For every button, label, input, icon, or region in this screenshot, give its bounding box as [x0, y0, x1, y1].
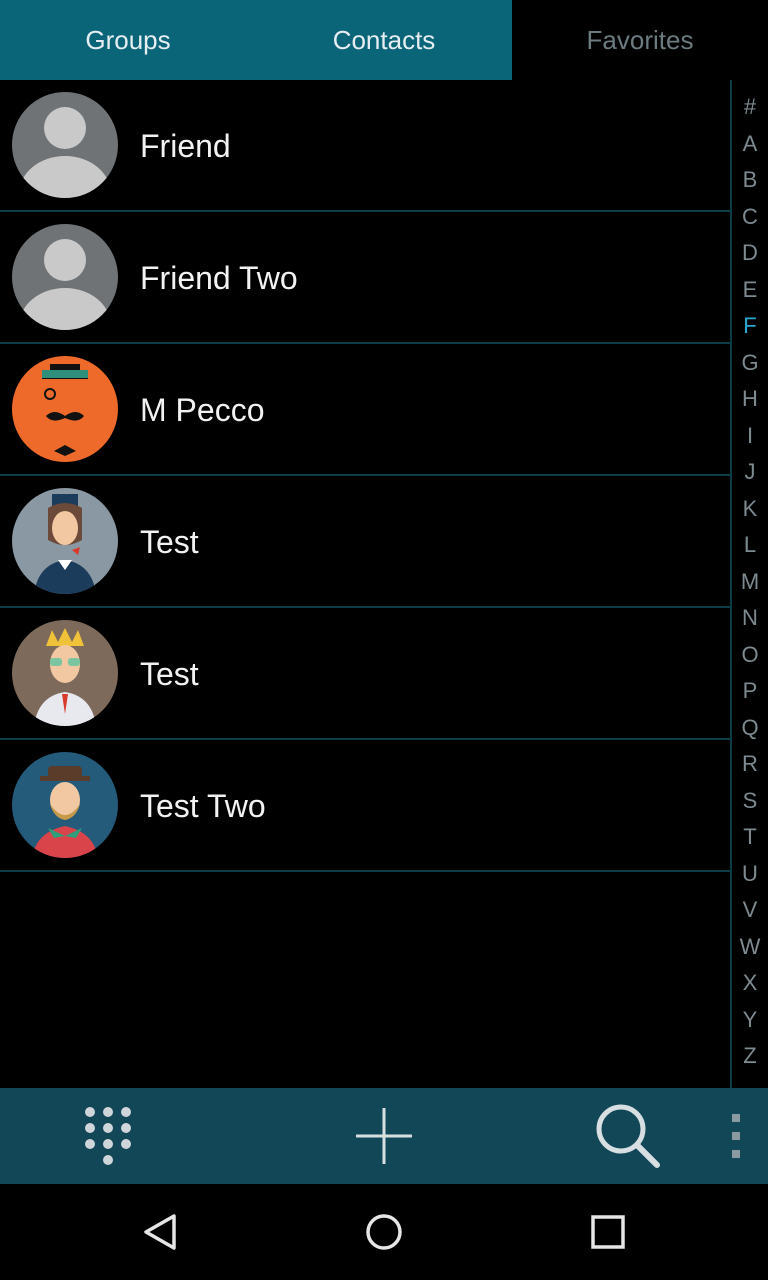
contact-row[interactable]: Test [0, 476, 730, 608]
index-letter[interactable]: R [732, 751, 768, 777]
dialpad-icon[interactable] [60, 1088, 156, 1184]
index-letter[interactable]: V [732, 897, 768, 923]
contact-name: Test [140, 523, 199, 560]
contact-row[interactable]: Friend Two [0, 212, 730, 344]
index-letter[interactable]: X [732, 970, 768, 996]
index-letter[interactable]: C [732, 204, 768, 230]
index-letter[interactable]: O [732, 642, 768, 668]
add-icon[interactable] [336, 1088, 432, 1184]
blond-sunglasses-avatar [12, 620, 118, 726]
index-letter[interactable]: A [732, 131, 768, 157]
index-letter[interactable]: W [732, 934, 768, 960]
index-letter[interactable]: N [732, 605, 768, 631]
contact-name: M Pecco [140, 391, 265, 428]
mustache-hat-avatar [12, 356, 118, 462]
index-letter[interactable]: D [732, 240, 768, 266]
index-letter[interactable]: Y [732, 1007, 768, 1033]
tab-bar: Groups Contacts Favorites [0, 0, 768, 80]
bearded-hat-avatar [12, 752, 118, 858]
tab-favorites[interactable]: Favorites [512, 0, 768, 80]
index-letter[interactable]: Z [732, 1043, 768, 1069]
index-letter[interactable]: T [732, 824, 768, 850]
contact-name: Friend [140, 127, 231, 164]
index-letter[interactable]: B [732, 167, 768, 193]
contact-row[interactable]: Friend [0, 80, 730, 212]
index-letter[interactable]: H [732, 386, 768, 412]
index-letter[interactable]: F [732, 313, 768, 339]
contact-row[interactable]: Test [0, 608, 730, 740]
index-letter[interactable]: I [732, 423, 768, 449]
tab-groups[interactable]: Groups [0, 0, 256, 80]
alphabet-index[interactable]: # A B C D E F G H I J K L M N O P Q R S T U V W X Y Z [730, 80, 768, 1088]
index-letter[interactable]: M [732, 569, 768, 595]
contact-list: Friend Friend Two M Pecco Test Test Test… [0, 80, 730, 872]
index-letter[interactable]: P [732, 678, 768, 704]
contact-name: Friend Two [140, 259, 298, 296]
index-letter[interactable]: U [732, 861, 768, 887]
index-letter[interactable]: E [732, 277, 768, 303]
index-letter[interactable]: L [732, 532, 768, 558]
contact-name: Test Two [140, 787, 266, 824]
bottom-action-bar [0, 1088, 768, 1184]
more-vert-icon[interactable] [712, 1088, 760, 1184]
contact-row[interactable]: Test Two [0, 740, 730, 872]
index-letter[interactable]: Q [732, 715, 768, 741]
search-icon[interactable] [580, 1088, 676, 1184]
home-icon[interactable] [336, 1184, 432, 1280]
default-avatar-icon [12, 224, 118, 330]
index-letter[interactable]: # [732, 94, 768, 120]
captain-avatar [12, 488, 118, 594]
contact-name: Test [140, 655, 199, 692]
index-letter[interactable]: S [732, 788, 768, 814]
system-nav-bar [0, 1184, 768, 1280]
index-letter[interactable]: J [732, 459, 768, 485]
back-icon[interactable] [112, 1184, 208, 1280]
recents-icon[interactable] [560, 1184, 656, 1280]
tab-contacts[interactable]: Contacts [256, 0, 512, 80]
default-avatar-icon [12, 92, 118, 198]
index-letter[interactable]: G [732, 350, 768, 376]
index-letter[interactable]: K [732, 496, 768, 522]
contact-row[interactable]: M Pecco [0, 344, 730, 476]
